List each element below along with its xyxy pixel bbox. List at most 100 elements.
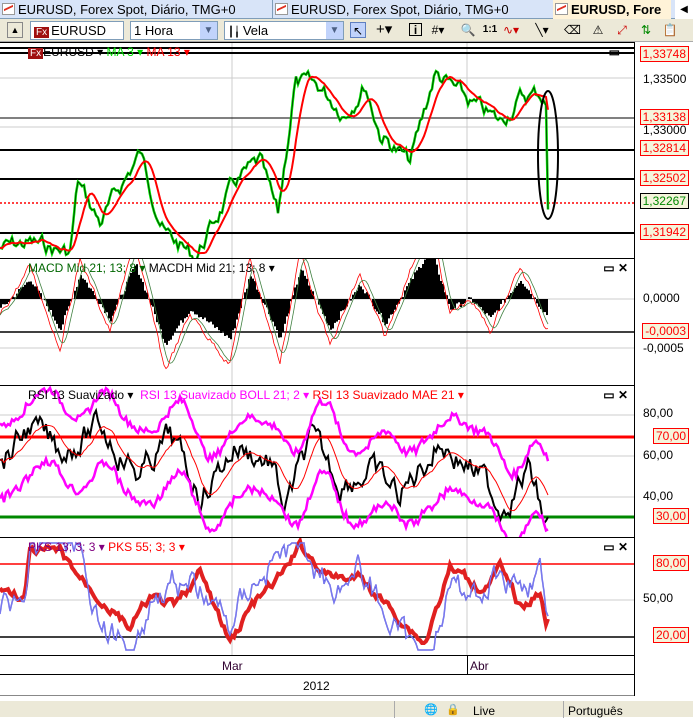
tick-label: 80,00 (643, 406, 673, 420)
histogram-bar (384, 299, 386, 325)
level-label: 30,00 (653, 508, 689, 524)
histogram-bar (484, 299, 486, 314)
crosshair-icon[interactable]: +▾ (376, 22, 392, 38)
histogram-bar (498, 299, 500, 311)
interval-select[interactable]: 1 Hora▼ (130, 21, 218, 40)
connection-status: Live (473, 704, 495, 718)
histogram-bar (176, 299, 178, 328)
symbol-input[interactable]: FxEURUSD (30, 21, 124, 40)
histogram-bar (190, 299, 192, 311)
line-tool-icon[interactable]: ╲▾ (534, 22, 550, 38)
histogram-bar (350, 299, 352, 301)
legend-mae[interactable]: RSI 13 Suavizado MAE 21 (312, 388, 454, 402)
compare-icon[interactable]: ⇅ (638, 22, 654, 38)
legend-pks13[interactable]: PKS 13; 3; 3 (28, 540, 95, 554)
histogram-bar (108, 299, 110, 318)
legend-rsi[interactable]: RSI 13 Suavizado (28, 388, 124, 402)
info-icon[interactable]: i (409, 23, 422, 36)
macd-pane[interactable]: MACD Mid 21; 13; 8 ▾ MACDH Mid 21; 13; 8… (0, 258, 634, 385)
histogram-bar (460, 299, 462, 307)
histogram-bar (244, 292, 246, 299)
rsi-pane[interactable]: RSI 13 Suavizado ▾ RSI 13 Suavizado BOLL… (0, 385, 634, 537)
histogram-bar (430, 259, 432, 299)
pane-close-buttons[interactable]: ▭ ✕ (603, 261, 628, 275)
legend-pks55[interactable]: PKS 55; 3; 3 (108, 540, 175, 554)
histogram-bar (0, 299, 2, 308)
toolbar: ▲ FxEURUSD 1 Hora▼ ┃╽ Vela▼ ↖ +▾ i #▾ 🔍 … (0, 19, 693, 42)
histogram-bar (544, 299, 546, 312)
rsi-chart (0, 386, 634, 537)
histogram-bar (90, 288, 92, 299)
level-label: 70,00 (653, 428, 689, 444)
tab-label: EURUSD, Forex Spot, Diário, TMG+0 (18, 2, 236, 17)
tab-chart-2[interactable]: EURUSD, Forex Spot, Diário, TMG+0 (272, 0, 522, 19)
tab-bar: EURUSD, Forex Spot, Diário, TMG+0 EURUSD… (0, 0, 693, 19)
histogram-bar (210, 299, 212, 322)
histogram-bar (50, 299, 52, 310)
histogram-bar (164, 299, 166, 343)
histogram-bar (428, 259, 430, 299)
histogram-bar (488, 299, 490, 315)
histogram-bar (6, 299, 8, 304)
chevron-down-icon: ▼ (326, 22, 343, 39)
pointer-icon[interactable]: ↖ (350, 22, 366, 38)
language-status[interactable]: Português (568, 704, 623, 718)
histogram-bar (494, 299, 496, 313)
price-pane[interactable]: FxEURUSD ▾ MA 3 ▾ MA 13 ▾ ▭ (0, 42, 634, 258)
tick-label: 60,00 (643, 448, 673, 462)
legend-symbol[interactable]: EURUSD (43, 45, 94, 59)
histogram-bar (162, 299, 164, 339)
legend-ma3[interactable]: MA 3 (106, 45, 133, 59)
histogram-bar (412, 279, 414, 299)
zoom-icon[interactable]: 🔍 (460, 22, 476, 38)
histogram-bar (194, 299, 196, 314)
grid-icon[interactable]: #▾ (430, 22, 446, 38)
tab-chart-3[interactable]: EURUSD, Fore (553, 0, 671, 19)
histogram-bar (204, 299, 206, 318)
tab-scroll-left-button[interactable]: ◀ (675, 0, 693, 19)
histogram-bar (492, 299, 494, 315)
clipboard-icon[interactable]: 📋 (662, 22, 678, 38)
histogram-bar (66, 299, 68, 311)
histogram-bar (86, 283, 88, 299)
histogram-bar (476, 299, 478, 304)
level-label: 1,32814 (640, 140, 689, 156)
one-to-one-icon[interactable]: 1:1 (482, 22, 498, 38)
tab-chart-1[interactable]: EURUSD, Forex Spot, Diário, TMG+0 (0, 0, 270, 19)
histogram-bar (60, 299, 62, 330)
legend-boll[interactable]: RSI 13 Suavizado BOLL 21; 2 (140, 388, 300, 402)
histogram-bar (416, 270, 418, 299)
legend-macd[interactable]: MACD Mid 21; 13; 8 (28, 261, 136, 275)
histogram-bar (414, 272, 416, 299)
eraser-icon[interactable]: ⌫ (564, 22, 580, 38)
histogram-bar (138, 275, 140, 299)
chart-icon (2, 3, 15, 15)
histogram-bar (214, 299, 216, 328)
stochastic-chart (0, 538, 634, 655)
alert-icon[interactable]: ⚠ (590, 22, 606, 38)
price-legend: FxEURUSD ▾ MA 3 ▾ MA 13 ▾ (28, 45, 190, 59)
pane-close-buttons[interactable]: ▭ ✕ (603, 388, 628, 402)
pane-close-buttons[interactable]: ▭ ✕ (603, 540, 628, 554)
stochastic-pane[interactable]: PKS 13; 3; 3 ▾ PKS 55; 3; 3 ▾ ▭ ✕ (0, 537, 634, 655)
legend-macdh[interactable]: MACDH Mid 21; 13; 8 (149, 261, 266, 275)
histogram-bar (160, 299, 162, 329)
histogram-bar (468, 297, 470, 299)
maximize-icon[interactable]: ▭ (609, 45, 620, 59)
fibonacci-icon[interactable]: ⤢ (614, 22, 630, 38)
histogram-bar (234, 299, 236, 328)
legend-ma13[interactable]: MA 13 (147, 45, 181, 59)
histogram-bar (222, 299, 224, 331)
histogram-bar (114, 299, 116, 311)
histogram-bar (308, 286, 310, 299)
histogram-bar (32, 284, 34, 299)
histogram-bar (392, 299, 394, 314)
indicator-icon[interactable]: ∿▾ (503, 22, 519, 38)
collapse-button[interactable]: ▲ (7, 22, 23, 38)
histogram-bar (434, 259, 436, 299)
histogram-bar (342, 299, 344, 310)
chart-type-select[interactable]: ┃╽ Vela▼ (224, 21, 344, 40)
histogram-bar (304, 276, 306, 299)
histogram-bar (212, 299, 214, 324)
histogram-bar (208, 299, 210, 322)
